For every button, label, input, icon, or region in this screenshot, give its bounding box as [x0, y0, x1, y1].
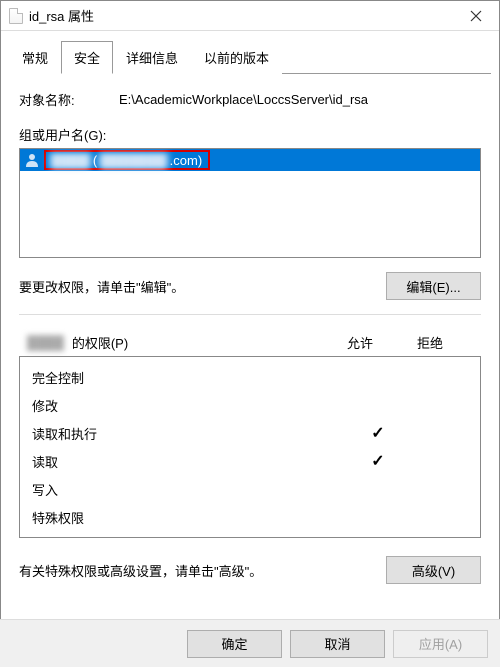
groups-label: 组或用户名(G):	[19, 125, 481, 144]
titlebar: id_rsa 属性	[1, 1, 499, 31]
check-icon	[348, 423, 408, 443]
permissions-user-obscured: ████	[23, 335, 68, 350]
perm-row-write: 写入	[32, 475, 468, 503]
perm-name: 读取	[32, 452, 348, 471]
advanced-button[interactable]: 高级(V)	[386, 556, 481, 584]
perm-name: 写入	[32, 480, 348, 499]
tab-previous[interactable]: 以前的版本	[191, 41, 282, 74]
tab-strip: 常规 安全 详细信息 以前的版本	[1, 35, 499, 74]
perm-row-read: 读取	[32, 447, 468, 475]
apply-button[interactable]: 应用(A)	[393, 630, 488, 658]
tab-general[interactable]: 常规	[9, 41, 61, 74]
file-icon	[9, 8, 23, 24]
edit-hint: 要更改权限，请单击"编辑"。	[19, 277, 386, 296]
col-allow: 允许	[325, 333, 395, 352]
check-icon	[348, 451, 408, 471]
dialog-footer: 确定 取消 应用(A)	[0, 619, 500, 667]
advanced-hint: 有关特殊权限或高级设置，请单击"高级"。	[19, 561, 386, 580]
divider	[19, 314, 481, 315]
group-user-item[interactable]: ████ ( ███████ .com)	[20, 149, 480, 171]
permissions-header: ████ 的权限(P) 允许 拒绝	[19, 329, 481, 356]
perm-row-modify: 修改	[32, 391, 468, 419]
object-name-row: 对象名称: E:\AcademicWorkplace\LoccsServer\i…	[19, 90, 481, 109]
user-email-suffix: .com)	[170, 153, 203, 168]
tab-security[interactable]: 安全	[61, 41, 113, 74]
perm-name: 特殊权限	[32, 508, 348, 527]
groups-listbox[interactable]: ████ ( ███████ .com)	[19, 148, 481, 258]
permissions-title-suffix: 的权限(P)	[72, 333, 128, 352]
permissions-title: ████ 的权限(P)	[23, 333, 325, 352]
close-button[interactable]	[453, 1, 499, 31]
tab-details[interactable]: 详细信息	[113, 41, 191, 74]
edit-button[interactable]: 编辑(E)...	[386, 272, 481, 300]
perm-row-read-execute: 读取和执行	[32, 419, 468, 447]
close-icon	[470, 10, 482, 22]
user-name-obscured: ████	[48, 153, 93, 168]
permissions-table: 完全控制 修改 读取和执行 读取 写入 特殊权限	[19, 356, 481, 538]
ok-button[interactable]: 确定	[187, 630, 282, 658]
object-name-value: E:\AcademicWorkplace\LoccsServer\id_rsa	[119, 92, 368, 107]
perm-name: 读取和执行	[32, 424, 348, 443]
perm-row-special: 特殊权限	[32, 503, 468, 531]
tab-content: 对象名称: E:\AcademicWorkplace\LoccsServer\i…	[1, 74, 499, 598]
object-name-label: 对象名称:	[19, 90, 119, 109]
advanced-row: 有关特殊权限或高级设置，请单击"高级"。 高级(V)	[19, 556, 481, 584]
user-email-obscured: ███████	[97, 153, 169, 168]
perm-name: 完全控制	[32, 368, 348, 387]
window-title: id_rsa 属性	[29, 6, 453, 25]
edit-row: 要更改权限，请单击"编辑"。 编辑(E)...	[19, 272, 481, 300]
cancel-button[interactable]: 取消	[290, 630, 385, 658]
perm-name: 修改	[32, 396, 348, 415]
perm-row-full-control: 完全控制	[32, 363, 468, 391]
user-redaction-box: ████ ( ███████ .com)	[44, 150, 210, 170]
user-icon	[24, 152, 40, 168]
col-deny: 拒绝	[395, 333, 465, 352]
